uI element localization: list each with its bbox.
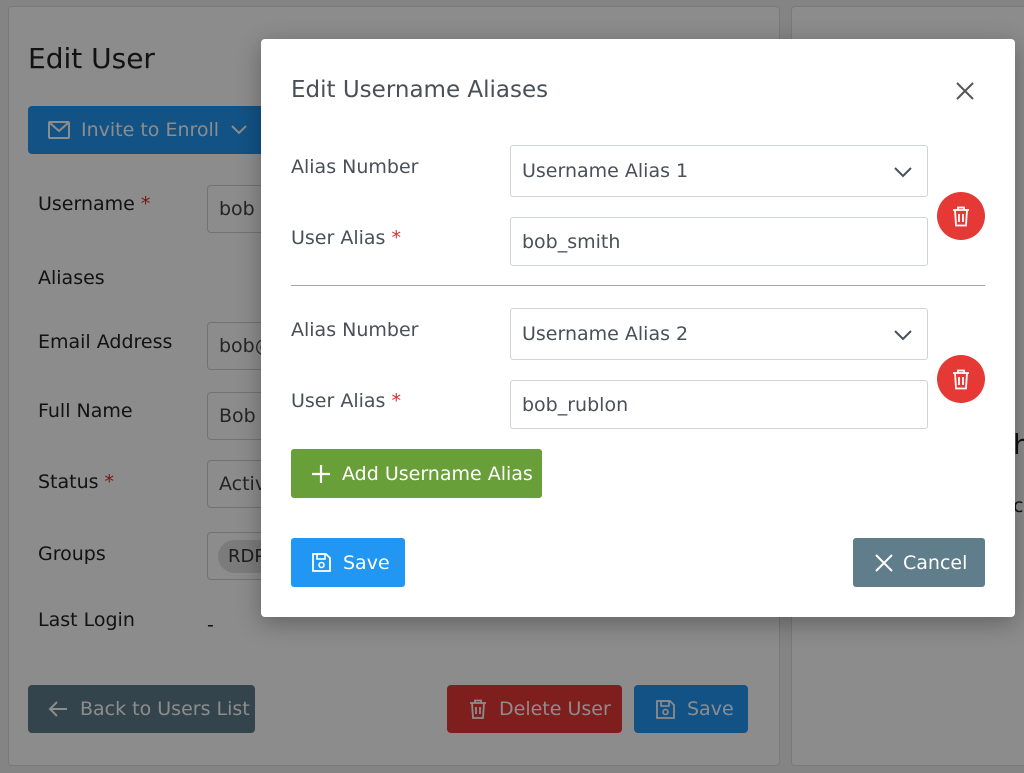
- alias-divider: [291, 285, 985, 286]
- alias-number-select[interactable]: Username Alias 2: [510, 308, 928, 360]
- close-icon[interactable]: [951, 77, 979, 105]
- add-username-alias-button[interactable]: Add Username Alias: [291, 449, 542, 498]
- delete-alias-button[interactable]: [937, 192, 985, 240]
- trash-icon: [953, 369, 969, 389]
- close-icon: [875, 553, 893, 572]
- chevron-down-icon: [894, 167, 912, 178]
- dialog-title: Edit Username Aliases: [291, 77, 549, 103]
- trash-icon: [953, 206, 969, 226]
- user-alias-input[interactable]: bob_rublon: [510, 380, 928, 429]
- floppy-disk-icon: [312, 553, 331, 572]
- plus-icon: [312, 464, 330, 483]
- user-alias-label: User Alias *: [291, 390, 401, 412]
- user-alias-input[interactable]: bob_smith: [510, 217, 928, 266]
- edit-aliases-dialog: Edit Username Aliases Alias Number Usern…: [261, 39, 1015, 617]
- cancel-button[interactable]: Cancel: [853, 538, 985, 587]
- alias-number-label: Alias Number: [291, 156, 419, 178]
- chevron-down-icon: [894, 330, 912, 341]
- alias-number-label: Alias Number: [291, 319, 419, 341]
- user-alias-label: User Alias *: [291, 227, 401, 249]
- alias-number-select[interactable]: Username Alias 1: [510, 145, 928, 197]
- delete-alias-button[interactable]: [937, 355, 985, 403]
- save-aliases-button[interactable]: Save: [291, 538, 405, 587]
